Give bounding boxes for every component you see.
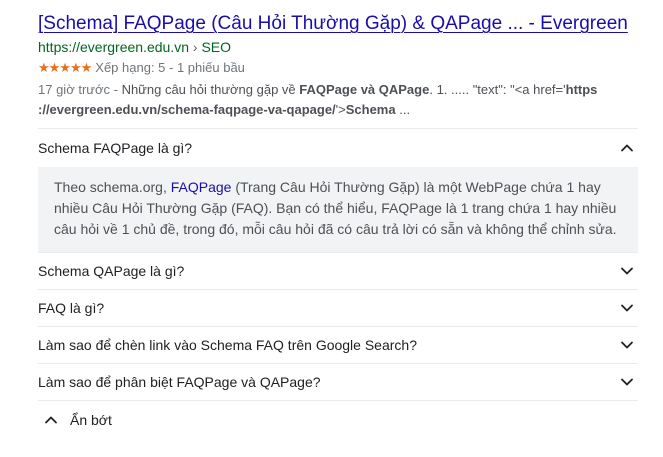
rating-row: ★★★★★ Xếp hạng: 5 - 1 phiếu bầu [38,59,245,77]
url-separator: › [189,39,202,55]
rating-stars-icon: ★★★★★ [38,60,92,75]
faq-item-5: Làm sao để phân biệt FAQPage và QAPage? [38,363,638,401]
faqpage-link[interactable]: FAQPage [171,179,232,195]
snippet-time: 17 giờ trước [38,82,110,97]
snippet-bold-3: ://evergreen.edu.vn/schema-faqpage-va-qa… [38,102,336,117]
result-url[interactable]: https://evergreen.edu.vn › SEO [38,38,231,56]
faq-question-5[interactable]: Làm sao để phân biệt FAQPage và QAPage? [38,364,638,400]
show-less-button[interactable]: Ẩn bớt [44,410,112,430]
faq-question-label: Làm sao để chèn link vào Schema FAQ trên… [38,337,417,353]
snippet-dash: - [110,82,122,97]
faq-question-label: Làm sao để phân biệt FAQPage và QAPage? [38,374,321,390]
faq-item-2: Schema QAPage là gì? [38,252,638,289]
faq-item-3: FAQ là gì? [38,289,638,326]
result-title-link[interactable]: [Schema] FAQPage (Câu Hỏi Thường Gặp) & … [38,11,628,37]
snippet-text-4: ... [395,102,411,117]
show-less-label: Ẩn bớt [70,412,112,428]
rating-text: Xếp hạng: 5 - 1 phiếu bầu [95,60,245,75]
faq-question-label: FAQ là gì? [38,300,105,316]
snippet-bold-1: FAQPage và QAPage [299,82,430,97]
chevron-down-icon [621,341,633,349]
url-domain: https://evergreen.edu.vn [38,39,189,55]
snippet-text-2: . 1. ..... "text": "<a href=' [429,82,566,97]
faq-question-1[interactable]: Schema FAQPage là gì? [38,129,638,167]
faq-question-label: Schema FAQPage là gì? [38,140,193,156]
faq-question-2[interactable]: Schema QAPage là gì? [38,253,638,289]
chevron-down-icon [621,378,633,386]
chevron-up-icon [621,144,633,152]
faq-answer-1: Theo schema.org, FAQPage (Trang Câu Hỏi … [38,167,638,252]
answer-text-pre: Theo schema.org, [54,179,171,195]
faq-item-1: Schema FAQPage là gì? Theo schema.org, F… [38,128,638,252]
faq-question-label: Schema QAPage là gì? [38,263,185,279]
chevron-up-icon [45,416,57,424]
snippet-bold-2: https [565,82,598,97]
snippet-text-1: Những câu hỏi thường gặp về [121,82,300,97]
result-snippet: 17 giờ trước - Những câu hỏi thường gặp … [38,80,618,120]
chevron-down-icon [621,267,633,275]
faq-item-4: Làm sao để chèn link vào Schema FAQ trên… [38,326,638,363]
snippet-bold-4: Schema [345,102,396,117]
faq-question-4[interactable]: Làm sao để chèn link vào Schema FAQ trên… [38,327,638,363]
search-result: [Schema] FAQPage (Câu Hỏi Thường Gặp) & … [0,0,663,457]
faq-accordion: Schema FAQPage là gì? Theo schema.org, F… [38,128,638,401]
url-path: SEO [201,39,232,55]
chevron-down-icon [621,304,633,312]
faq-question-3[interactable]: FAQ là gì? [38,290,638,326]
snippet-text-3: '> [335,102,346,117]
